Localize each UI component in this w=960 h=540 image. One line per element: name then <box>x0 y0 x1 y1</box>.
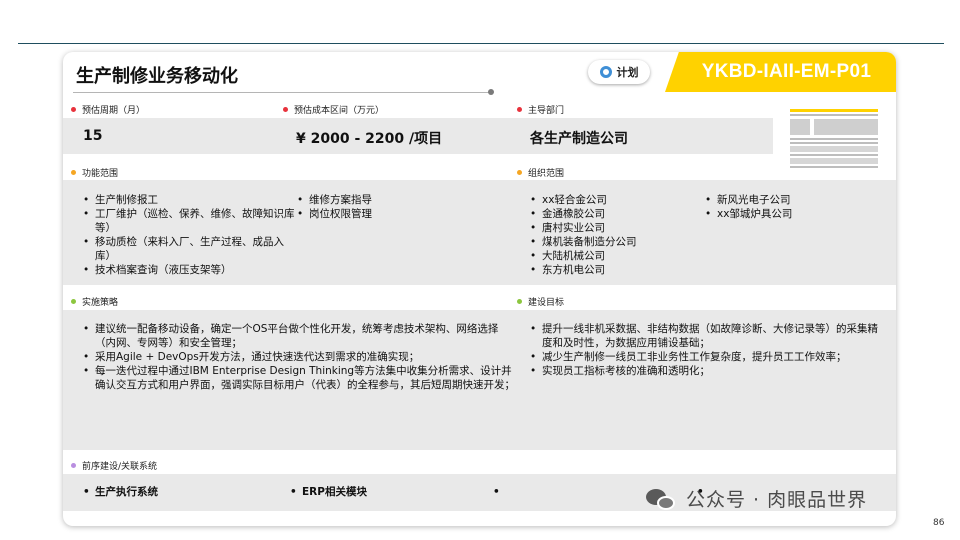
green-dot-icon <box>71 299 76 304</box>
project-code-banner: YKBD-IAII-EM-P01 <box>665 52 896 92</box>
title-underline <box>73 92 491 93</box>
list-item: 新风光电子公司 <box>703 193 853 207</box>
list-item: ERP相关模块 <box>288 485 488 499</box>
related-list-2: ERP相关模块 <box>288 485 488 499</box>
department-value: 各生产制造公司 <box>530 131 628 147</box>
org-scope-label: 组织范围 <box>528 169 565 179</box>
list-item: 生产制修报工 <box>81 193 296 207</box>
page-title: 生产制修业务移动化 <box>76 66 238 87</box>
green-dot-icon <box>517 299 522 304</box>
strategy-label-row: 实施策略 <box>71 295 118 308</box>
cost-label: 预估成本区间（万元） <box>294 106 385 116</box>
list-item: 提升一线非机采数据、非结构数据（如故障诊断、大修记录等）的采集精度和及时性，为数… <box>528 322 878 350</box>
period-label-row: 预估周期（月） <box>71 103 145 116</box>
ring-icon <box>599 66 612 78</box>
department-label-row: 主导部门 <box>517 103 564 116</box>
function-scope-label-row: 功能范围 <box>71 166 118 179</box>
list-item: 每一迭代过程中通过IBM Enterprise Design Thinking等… <box>81 364 516 392</box>
strategy-list: 建议统一配备移动设备，确定一个OS平台做个性化开发，统筹考虑技术架构、网络选择（… <box>81 322 516 392</box>
cost-value: ¥ 2000 - 2200 /项目 <box>296 131 443 147</box>
list-item: 大陆机械公司 <box>528 249 703 263</box>
list-item: 煤机装备制造分公司 <box>528 235 703 249</box>
list-item: 金通橡胶公司 <box>528 207 703 221</box>
document-thumbnail <box>790 109 878 169</box>
list-item: 移动质检（来料入厂、生产过程、成品入库） <box>81 235 296 263</box>
list-item: 工厂维护（巡检、保养、维修、故障知识库等） <box>81 207 296 235</box>
related-list-1: 生产执行系统 <box>81 485 281 499</box>
watermark: 公众号 · 肉眼品世界 <box>646 485 867 512</box>
list-item: 实现员工指标考核的准确和透明化； <box>528 364 878 378</box>
orange-dot-icon <box>71 170 76 175</box>
function-scope-list-2: 维修方案指导 岗位权限管理 <box>295 193 465 221</box>
list-item: 采用Agile + DevOps开发方法，通过快速迭代达到需求的准确实现； <box>81 350 516 364</box>
wechat-icon <box>646 487 678 511</box>
list-item: xx轻合金公司 <box>528 193 703 207</box>
orange-dot-icon <box>517 170 522 175</box>
list-item: 岗位权限管理 <box>295 207 465 221</box>
related-label-row: 前序建设/关联系统 <box>71 459 157 472</box>
list-item: 维修方案指导 <box>295 193 465 207</box>
project-card: 生产制修业务移动化 计划 YKBD-IAII-EM-P01 预估周期（月） 预估… <box>63 52 896 526</box>
red-dot-icon <box>517 107 522 112</box>
list-item: xx邹城炉具公司 <box>703 207 853 221</box>
related-label: 前序建设/关联系统 <box>82 462 158 472</box>
purple-dot-icon <box>71 463 76 468</box>
org-scope-list: xx轻合金公司 金通橡胶公司 唐村实业公司 煤机装备制造分公司 大陆机械公司 东… <box>528 193 703 277</box>
department-label: 主导部门 <box>528 106 565 116</box>
page-number: 86 <box>933 518 945 528</box>
function-scope-list: 生产制修报工 工厂维护（巡检、保养、维修、故障知识库等） 移动质检（来料入厂、生… <box>81 193 296 277</box>
watermark-text: 公众号 · 肉眼品世界 <box>686 489 868 511</box>
list-item: 减少生产制修一线员工非业务性工作复杂度，提升员工工作效率； <box>528 350 878 364</box>
list-item: 唐村实业公司 <box>528 221 703 235</box>
red-dot-icon <box>71 107 76 112</box>
function-scope-label: 功能范围 <box>82 169 119 179</box>
list-item: 东方机电公司 <box>528 263 703 277</box>
title-underline-dot <box>488 89 494 95</box>
list-item: 建议统一配备移动设备，确定一个OS平台做个性化开发，统筹考虑技术架构、网络选择（… <box>81 322 516 350</box>
cost-label-row: 预估成本区间（万元） <box>283 103 384 116</box>
org-scope-list-2: 新风光电子公司 xx邹城炉具公司 <box>703 193 853 221</box>
list-item: 生产执行系统 <box>81 485 281 499</box>
top-rule <box>18 43 944 44</box>
goals-label: 建设目标 <box>528 298 565 308</box>
org-scope-label-row: 组织范围 <box>517 166 564 179</box>
list-item: 技术档案查询（液压支架等） <box>81 263 296 277</box>
status-label: 计划 <box>616 66 639 79</box>
goals-list: 提升一线非机采数据、非结构数据（如故障诊断、大修记录等）的采集精度和及时性，为数… <box>528 322 878 378</box>
goals-label-row: 建设目标 <box>517 295 564 308</box>
status-badge: 计划 <box>588 60 650 84</box>
period-label: 预估周期（月） <box>82 106 146 116</box>
period-value: 15 <box>83 128 103 144</box>
strategy-label: 实施策略 <box>82 298 119 308</box>
red-dot-icon <box>283 107 288 112</box>
